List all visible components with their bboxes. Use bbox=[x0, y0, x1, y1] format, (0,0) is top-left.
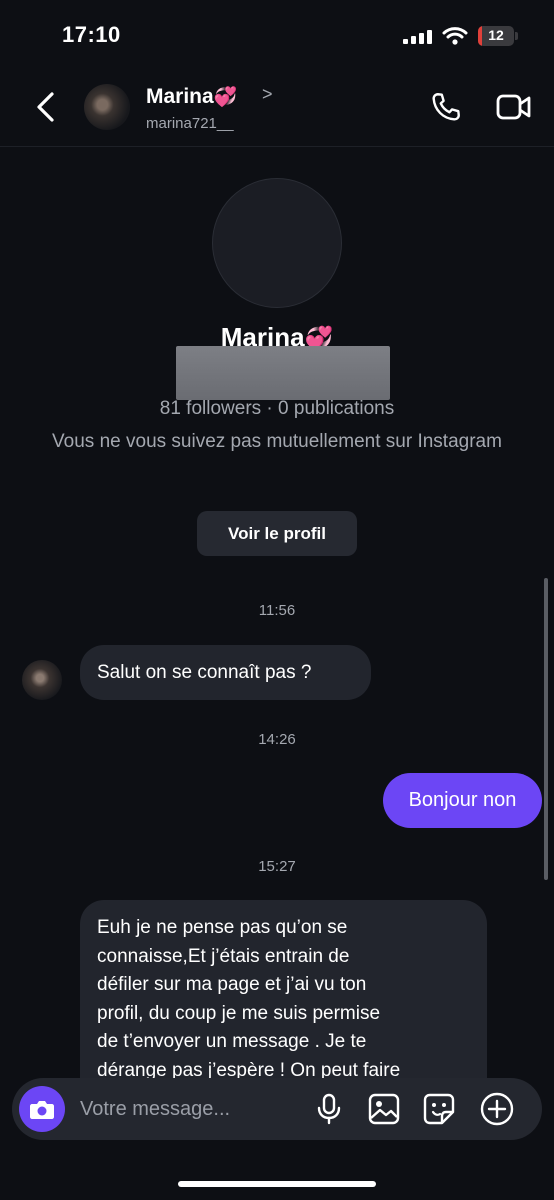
view-profile-button[interactable]: Voir le profil bbox=[197, 511, 357, 556]
phone-icon[interactable] bbox=[428, 89, 464, 125]
contact-name-text: Marina bbox=[146, 85, 214, 108]
chevron-right-icon[interactable]: > bbox=[262, 84, 273, 105]
battery-indicator: 12 bbox=[478, 26, 514, 46]
header-divider bbox=[0, 146, 554, 147]
back-icon[interactable] bbox=[30, 90, 60, 124]
avatar[interactable] bbox=[84, 84, 130, 130]
home-indicator[interactable] bbox=[178, 1181, 376, 1187]
profile-stats: 81 followers · 0 publications bbox=[159, 398, 395, 419]
mutual-follow-note: Vous ne vous suivez pas mutuellement sur… bbox=[52, 431, 502, 452]
image-icon[interactable] bbox=[367, 1092, 401, 1126]
status-time: 17:10 bbox=[62, 22, 121, 47]
sender-avatar[interactable] bbox=[22, 660, 62, 700]
message-input[interactable]: Votre message... bbox=[80, 1098, 230, 1121]
battery-level: 12 bbox=[488, 27, 504, 43]
message-bubble-incoming[interactable]: Salut on se connaît pas ? bbox=[80, 645, 371, 700]
wifi-icon bbox=[442, 26, 468, 46]
message-line: défiler sur ma page et j’ai vu ton bbox=[97, 974, 367, 995]
message-composer: Votre message... bbox=[12, 1078, 542, 1140]
mic-icon[interactable] bbox=[313, 1092, 345, 1126]
timestamp: 14:26 bbox=[258, 731, 296, 748]
timestamp: 15:27 bbox=[258, 858, 296, 875]
message-text: Bonjour non bbox=[408, 789, 517, 811]
redaction-block bbox=[176, 346, 390, 400]
message-line: de t’envoyer un message . Je te bbox=[97, 1031, 367, 1052]
message-line: profil, du coup je me suis permise bbox=[97, 1002, 381, 1024]
contact-username[interactable]: marina721__ bbox=[146, 115, 234, 132]
message-bubble-outgoing[interactable]: Bonjour non bbox=[383, 773, 542, 828]
camera-icon bbox=[30, 1101, 54, 1119]
profile-avatar[interactable] bbox=[212, 178, 342, 308]
camera-button[interactable] bbox=[19, 1086, 65, 1132]
plus-icon[interactable] bbox=[479, 1091, 515, 1127]
signal-icon bbox=[403, 30, 433, 46]
message-line: Euh je ne pense pas qu’on se bbox=[97, 917, 348, 938]
video-icon[interactable] bbox=[495, 90, 533, 124]
sticker-icon[interactable] bbox=[422, 1092, 456, 1126]
timestamp: 11:56 bbox=[258, 602, 296, 619]
message-line: connaisse,Et j’étais entrain de bbox=[97, 945, 350, 967]
battery-cap bbox=[515, 32, 518, 40]
message-text: Salut on se connaît pas ? bbox=[97, 662, 312, 683]
scrollbar[interactable] bbox=[544, 578, 548, 880]
contact-name-emoji: 💞 bbox=[213, 87, 238, 108]
contact-name[interactable]: Marina💞 bbox=[146, 85, 237, 109]
